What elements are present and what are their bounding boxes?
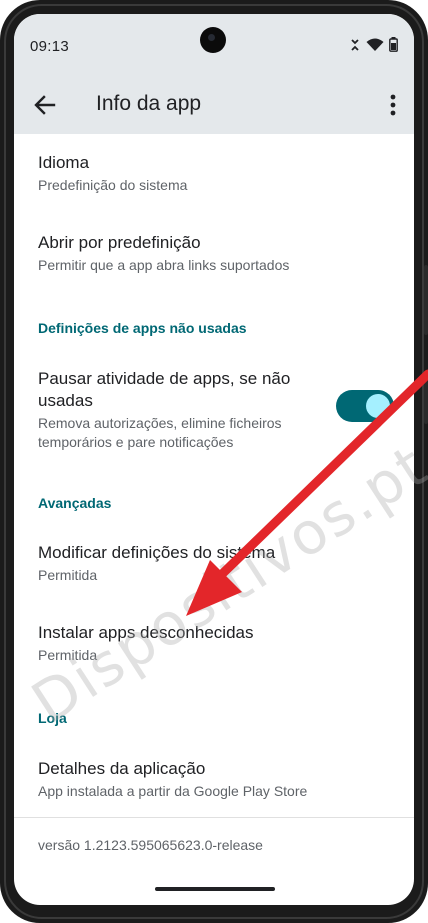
pause-activity-toggle[interactable] — [336, 390, 394, 422]
volume-button — [424, 265, 428, 335]
modify-system-subtitle: Permitida — [38, 567, 98, 583]
app-details-subtitle: App instalada a partir da Google Play St… — [38, 783, 308, 799]
battery-icon — [389, 37, 398, 52]
install-unknown-title: Instalar apps desconhecidas — [38, 623, 254, 642]
gesture-nav-bar[interactable] — [155, 887, 275, 891]
toggle-knob — [366, 394, 390, 418]
pause-title: Pausar atividade de apps, se não usadas — [38, 369, 291, 410]
pause-subtitle: Remova autorizações, elimine ficheiros t… — [38, 415, 282, 450]
app-details-item[interactable]: Detalhes da aplicação App instalada a pa… — [38, 758, 390, 801]
open-by-default-subtitle: Permitir que a app abra links suportados — [38, 257, 290, 273]
language-subtitle: Predefinição do sistema — [38, 177, 188, 193]
section-advanced: Avançadas — [38, 495, 112, 511]
front-camera — [200, 27, 226, 53]
version-text: versão 1.2123.595065623.0-release — [38, 837, 263, 853]
open-by-default-title: Abrir por predefinição — [38, 233, 201, 252]
install-unknown-subtitle: Permitida — [38, 647, 98, 663]
status-icons — [349, 37, 398, 52]
power-button — [424, 380, 428, 424]
status-time: 09:13 — [30, 38, 70, 55]
wifi-icon — [366, 38, 384, 51]
section-store: Loja — [38, 710, 67, 726]
open-by-default-item[interactable]: Abrir por predefinição Permitir que a ap… — [38, 232, 390, 275]
app-bar: Info da app — [14, 76, 414, 134]
vibrate-icon — [351, 38, 359, 51]
more-options-icon[interactable] — [386, 92, 400, 118]
language-title: Idioma — [38, 153, 90, 172]
section-unused-apps: Definições de apps não usadas — [38, 320, 247, 336]
install-unknown-apps-item[interactable]: Instalar apps desconhecidas Permitida — [38, 622, 390, 665]
page-title: Info da app — [96, 92, 202, 115]
status-bar: 09:13 — [14, 14, 414, 76]
modify-system-title: Modificar definições do sistema — [38, 543, 276, 562]
app-details-title: Detalhes da aplicação — [38, 759, 206, 778]
back-arrow-icon[interactable] — [30, 90, 60, 120]
language-item[interactable]: Idioma Predefinição do sistema — [38, 152, 390, 195]
screen: 09:13 Info da app Idioma Predefinição do… — [14, 14, 414, 905]
modify-system-settings-item[interactable]: Modificar definições do sistema Permitid… — [38, 542, 390, 585]
pause-app-activity-item[interactable]: Pausar atividade de apps, se não usadas … — [38, 368, 324, 452]
phone-frame: 09:13 Info da app Idioma Predefinição do… — [0, 0, 428, 923]
list-divider — [14, 817, 414, 818]
